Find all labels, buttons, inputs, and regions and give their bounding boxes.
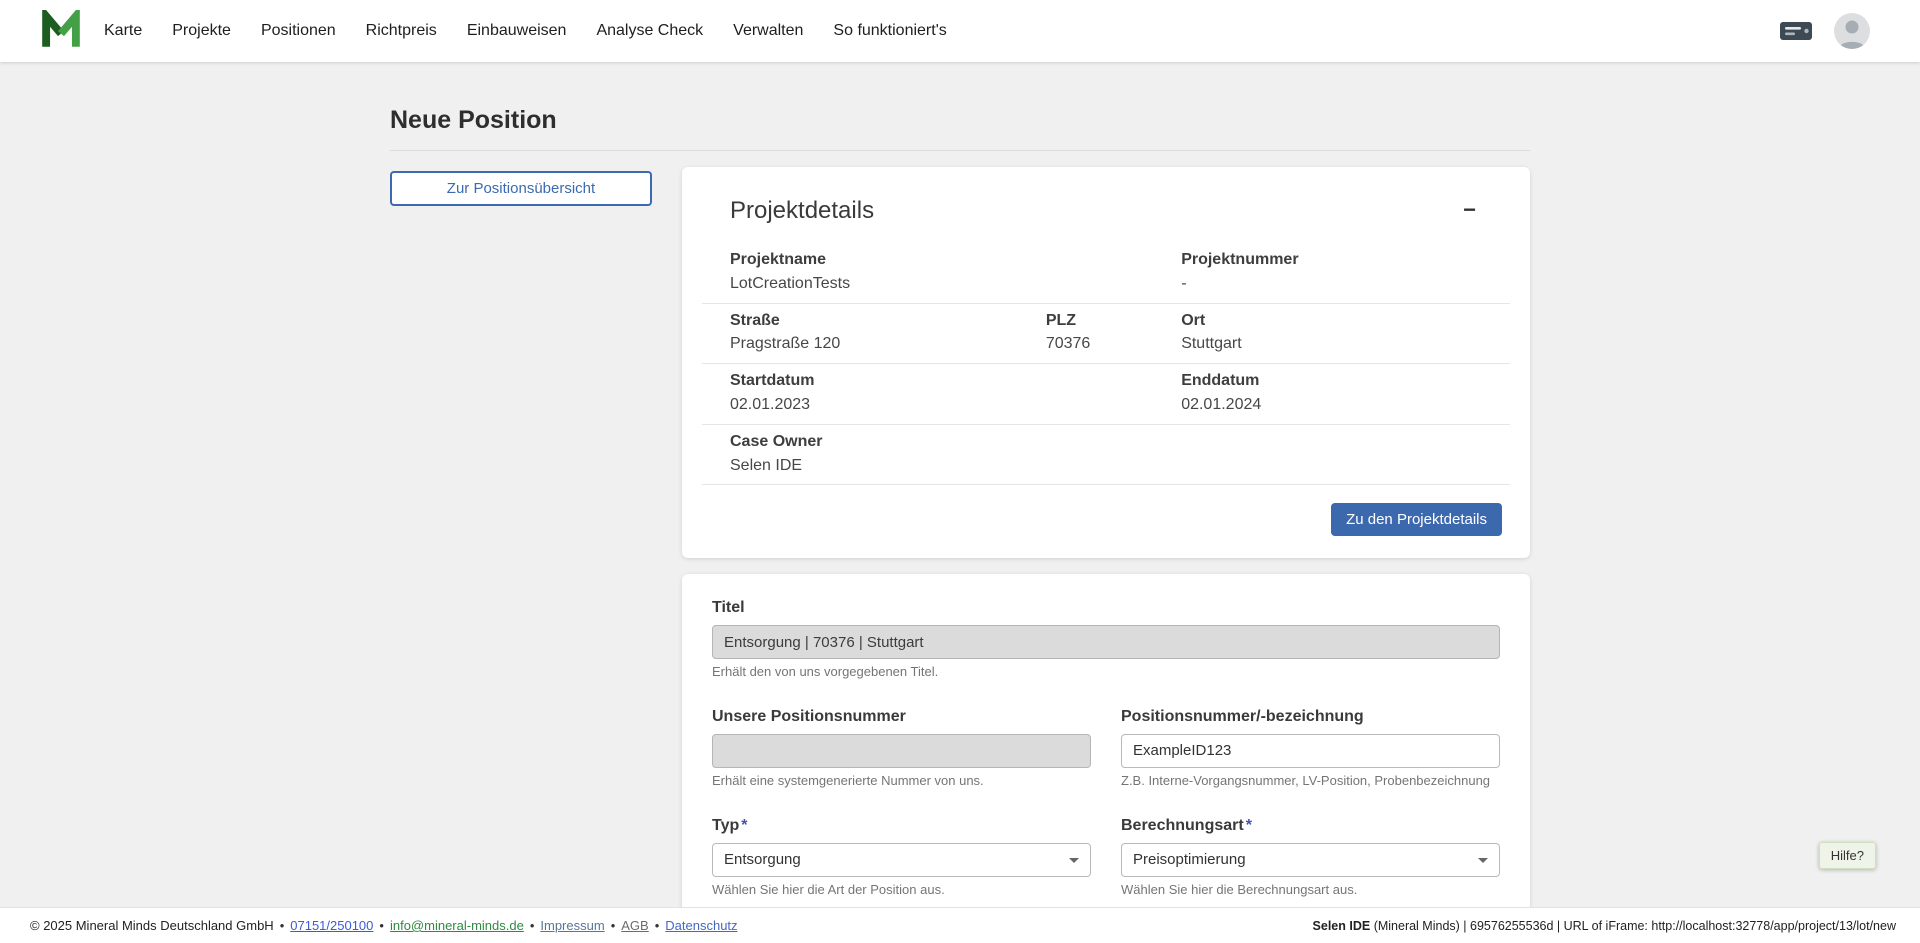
footer-agb-link[interactable]: AGB [621, 918, 648, 933]
startdatum-label: Startdatum [730, 371, 1181, 392]
nav-item-karte[interactable]: Karte [104, 22, 142, 40]
strasse-label: Straße [730, 311, 1046, 332]
typ-select-value: Entsorgung [724, 851, 801, 868]
table-row: Projektname LotCreationTests Projektnumm… [702, 243, 1510, 304]
nav-item-richtpreis[interactable]: Richtpreis [366, 22, 437, 40]
title-divider [390, 150, 1530, 151]
typ-helper-text: Wählen Sie hier die Art der Position aus… [712, 882, 1091, 899]
table-row: Straße Pragstraße 120 PLZ 70376 Ort Stut… [702, 304, 1510, 365]
enddatum-label: Enddatum [1181, 371, 1482, 392]
nav-item-analyse-check[interactable]: Analyse Check [596, 22, 703, 40]
footer-email-link[interactable]: info@mineral-minds.de [390, 918, 524, 933]
footer-separator: • [530, 918, 535, 933]
ort-value: Stuttgart [1181, 334, 1482, 355]
case-owner-value: Selen IDE [730, 456, 1482, 477]
required-asterisk: * [741, 817, 747, 834]
user-avatar-icon[interactable] [1834, 13, 1870, 49]
positionsnummer-field-group: Positionsnummer/-bezeichnung Z.B. Intern… [1121, 707, 1500, 790]
startdatum-value: 02.01.2023 [730, 395, 1181, 416]
nav-item-verwalten[interactable]: Verwalten [733, 22, 803, 40]
nav-item-projekte[interactable]: Projekte [172, 22, 231, 40]
berechnungsart-helper-text: Wählen Sie hier die Berechnungsart aus. [1121, 882, 1500, 899]
nav-item-einbauweisen[interactable]: Einbauweisen [467, 22, 567, 40]
collapse-icon[interactable]: − [1457, 197, 1482, 223]
unsere-positionsnummer-helper-text: Erhält eine systemgenerierte Nummer von … [712, 773, 1091, 790]
unsere-positionsnummer-field-group: Unsere Positionsnummer Erhält eine syste… [712, 707, 1091, 790]
enddatum-value: 02.01.2024 [1181, 395, 1482, 416]
back-to-position-overview-button[interactable]: Zur Positionsübersicht [390, 171, 652, 206]
projektname-value: LotCreationTests [730, 274, 1181, 295]
projektname-label: Projektname [730, 250, 1181, 271]
typ-field-group: Typ* Entsorgung Wählen Sie hier die Art … [712, 816, 1091, 899]
nav-item-so-funktionierts[interactable]: So funktioniert's [833, 22, 946, 40]
titel-input [712, 625, 1500, 659]
project-details-card: Projektdetails − Projektname LotCreation… [682, 167, 1530, 558]
projektnummer-label: Projektnummer [1181, 250, 1482, 271]
footer-separator: • [280, 918, 285, 933]
plz-label: PLZ [1046, 311, 1181, 332]
unsere-positionsnummer-input [712, 734, 1091, 768]
help-button[interactable]: Hilfe? [1819, 842, 1876, 869]
server-icon[interactable] [1778, 18, 1814, 44]
footer: © 2025 Mineral Minds Deutschland GmbH • … [0, 907, 1920, 943]
unsere-positionsnummer-label: Unsere Positionsnummer [712, 707, 1091, 728]
typ-select[interactable]: Entsorgung [712, 843, 1091, 877]
strasse-value: Pragstraße 120 [730, 334, 1046, 355]
typ-label: Typ* [712, 816, 1091, 837]
footer-user-name: Selen IDE [1313, 919, 1371, 933]
titel-label: Titel [712, 598, 1500, 619]
positionsnummer-input[interactable] [1121, 734, 1500, 768]
footer-phone-link[interactable]: 07151/250100 [290, 918, 373, 933]
ort-label: Ort [1181, 311, 1482, 332]
main-navigation: Karte Projekte Positionen Richtpreis Ein… [104, 22, 947, 40]
titel-field-group: Titel Erhält den von uns vorgegebenen Ti… [712, 598, 1500, 681]
footer-impressum-link[interactable]: Impressum [540, 918, 604, 933]
table-row: Startdatum 02.01.2023 Enddatum 02.01.202… [702, 364, 1510, 425]
page-title: Neue Position [390, 106, 1530, 135]
main-content: Neue Position Zur Positionsübersicht Pro… [0, 62, 1920, 907]
table-row: Case Owner Selen IDE [702, 425, 1510, 486]
navbar: Karte Projekte Positionen Richtpreis Ein… [0, 0, 1920, 62]
mineral-minds-logo-icon[interactable] [40, 10, 82, 52]
footer-separator: • [655, 918, 660, 933]
berechnungsart-field-group: Berechnungsart* Preisoptimierung Wählen … [1121, 816, 1500, 899]
go-to-project-details-button[interactable]: Zu den Projektdetails [1331, 503, 1502, 536]
project-details-rows: Projektname LotCreationTests Projektnumm… [702, 243, 1510, 485]
positionsnummer-helper-text: Z.B. Interne-Vorgangsnummer, LV-Position… [1121, 773, 1500, 790]
required-asterisk: * [1246, 817, 1252, 834]
berechnungsart-label: Berechnungsart* [1121, 816, 1500, 837]
positionsnummer-label: Positionsnummer/-bezeichnung [1121, 707, 1500, 728]
footer-separator: • [379, 918, 384, 933]
nav-item-positionen[interactable]: Positionen [261, 22, 336, 40]
titel-helper-text: Erhält den von uns vorgegebenen Titel. [712, 664, 1500, 681]
navbar-right [1778, 13, 1870, 49]
footer-session-details: (Mineral Minds) | 69576255536d | URL of … [1370, 919, 1896, 933]
projektnummer-value: - [1181, 274, 1482, 295]
project-details-title: Projektdetails [730, 197, 874, 225]
case-owner-label: Case Owner [730, 432, 1482, 453]
berechnungsart-select-value: Preisoptimierung [1133, 851, 1246, 868]
footer-separator: • [611, 918, 616, 933]
footer-session-info: Selen IDE (Mineral Minds) | 69576255536d… [1313, 919, 1896, 933]
position-form-card: Titel Erhält den von uns vorgegebenen Ti… [682, 574, 1530, 907]
berechnungsart-select[interactable]: Preisoptimierung [1121, 843, 1500, 877]
plz-value: 70376 [1046, 334, 1181, 355]
footer-left: © 2025 Mineral Minds Deutschland GmbH • … [30, 918, 738, 933]
copyright-text: © 2025 Mineral Minds Deutschland GmbH [30, 918, 274, 933]
footer-datenschutz-link[interactable]: Datenschutz [665, 918, 737, 933]
